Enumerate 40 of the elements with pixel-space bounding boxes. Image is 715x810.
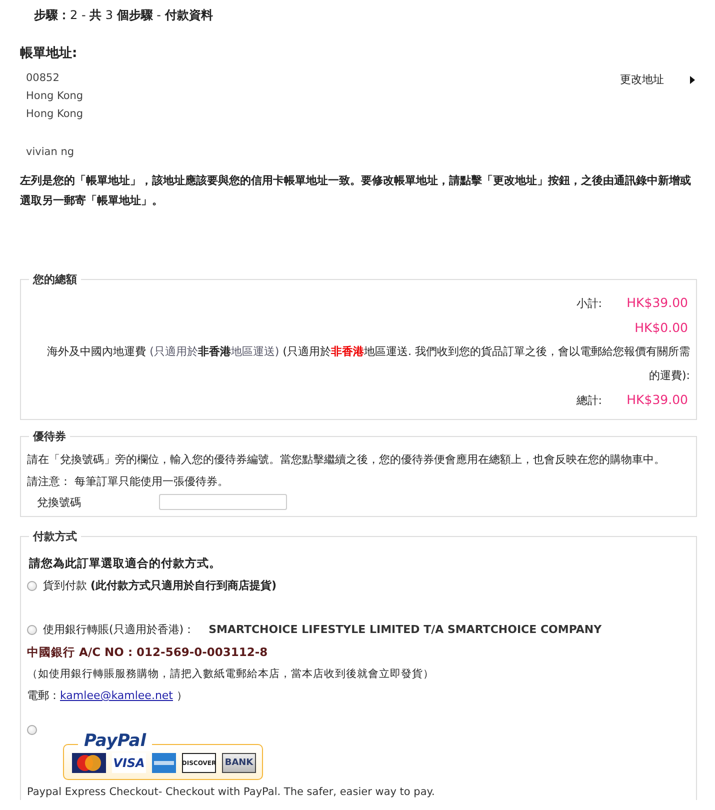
payment-instructions: 請您為此訂單選取適合的付款方式。 [29,556,222,571]
customer-name: vivian ng [26,146,76,158]
card-logo-icon [72,753,106,773]
section-legend: 優待券 [33,430,66,443]
bank-account: 中國銀行 A/C NO : 012-569-0-003112-8 [27,644,269,661]
company-name: SMARTCHOICE LIFESTYLE LIMITED T/A SMARTCHOICE COMPANY [208,623,602,636]
section-title: 帳單地址: [20,45,78,62]
bank-transfer-note: （如使用銀行轉賬服務購物，請把入數紙電郵給本店，當本店收到後就會立即發貨） [27,667,435,682]
email-label: 電郵： [27,689,60,702]
amount-value: HK$39.00 [626,391,688,409]
address-line: Hong Kong [26,108,84,120]
amount-value: HK$0.00 [634,319,688,337]
coupon-note: 請注意： 每筆訂單只能使用一張優待券。 [27,474,230,490]
card-logo-icon [152,753,176,773]
arrow-right-icon [690,76,695,84]
address-line: 00852 [26,72,60,84]
section-legend: 付款方式 [33,530,77,543]
radio-button[interactable] [27,580,37,591]
coupon-code-field[interactable] [159,494,287,510]
radio-button[interactable] [27,724,37,735]
shipping-note: 海外及中國內地運費 (只適用於非香港地區運送) (只適用於非香港地區運送. 我們收到您的貨品訂單之後，會以電郵給您報價有關所需的運費): [46,344,690,384]
address-line: Hong Kong [26,90,84,102]
amount-value: HK$39.00 [626,294,688,312]
card-logo: VISA [112,753,146,773]
card-logo: BANK [222,753,256,773]
bracket-text: ） [175,689,188,702]
billing-note: 左列是您的「帳單地址」，該地址應該要與您的信用卡帳單地址一致。要修改帳單地址，請點擊「更改地址」按鈕，之後由通訊錄中新增或選取另一郵寄「帳單地址」。 [20,173,692,209]
option-description: Paypal Express Checkout- Checkout with PayPal. The safer, easier way to pay. [27,786,436,798]
field-label: 兌換號碼 [37,494,82,510]
coupon-instructions: 請在「兌換號碼」旁的欄位，輸入您的優待券編號。當您點擊繼續之後，您的優待券便會應用在總額上，也會反映在您的購物車中。 [27,452,666,468]
step-indicator: 步驟：2 - 共 3 個步驟 - 付款資料 [34,8,213,22]
change-address-link[interactable]: 更改地址 [620,72,664,87]
amount-label: 小計: [576,296,602,312]
section-legend: 您的總額 [33,273,77,286]
amount-label: 總計: [576,393,602,409]
paypal-logo: PayPal [78,731,152,751]
option-label: 貨到付款 (此付款方式只適用於自行到商店提貨) [43,579,277,592]
email-link[interactable]: kamlee@kamlee.net [60,689,173,702]
option-label: 使用銀行轉賬(只適用於香港)： [43,623,195,636]
radio-button[interactable] [27,624,37,635]
